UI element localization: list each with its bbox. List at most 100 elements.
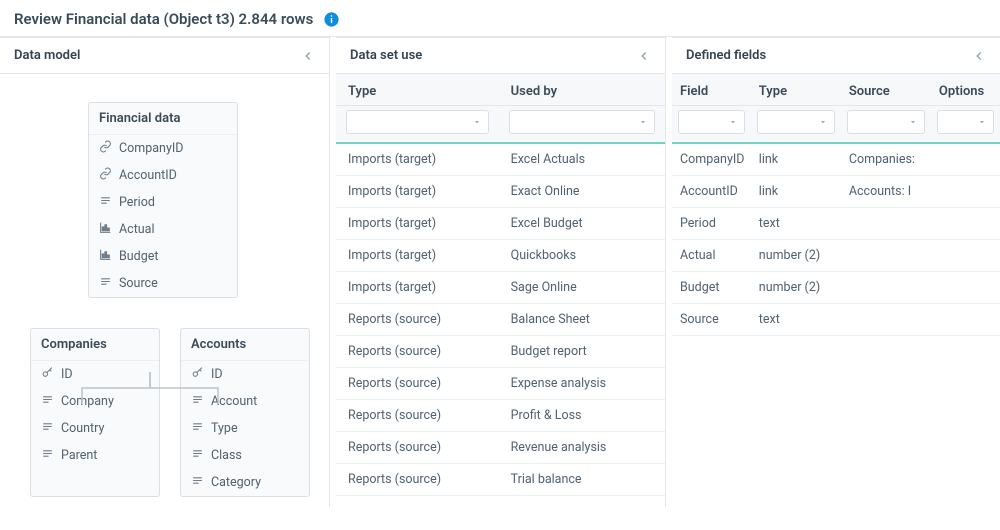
- field-row: ID: [181, 361, 309, 388]
- entity-card-companies[interactable]: Companies ID Company Country Parent: [30, 328, 160, 497]
- filter-options[interactable]: [937, 110, 994, 134]
- panel-title: Defined fields: [686, 48, 766, 63]
- cell-options: [931, 143, 1000, 176]
- filter-type[interactable]: [757, 110, 835, 134]
- cell-source: Accounts: I: [841, 176, 931, 208]
- col-header-source[interactable]: Source: [841, 74, 931, 106]
- table-row[interactable]: AccountIDlinkAccounts: I: [672, 176, 1000, 208]
- cell-source: Companies:: [841, 143, 931, 176]
- cell-source: [841, 240, 931, 272]
- defined-fields-table: Field Type Source Options CompanyIDlinkC…: [672, 74, 1000, 336]
- cell-type: Reports (source): [336, 432, 499, 464]
- entity-card-financial-data[interactable]: Financial data CompanyIDAccountIDPeriodA…: [88, 102, 238, 298]
- cell-type: link: [751, 143, 841, 176]
- collapse-icon[interactable]: [301, 49, 315, 63]
- filter-type[interactable]: [346, 110, 489, 134]
- table-row[interactable]: Imports (target)Excel Budget: [336, 208, 665, 240]
- text-icon: [191, 447, 204, 464]
- field-label: Source: [119, 276, 158, 291]
- col-header-type[interactable]: Type: [751, 74, 841, 106]
- field-label: ID: [61, 367, 73, 382]
- field-label: CompanyID: [119, 141, 183, 156]
- panel-data-model: Data model Financial data CompanyIDAccou…: [0, 37, 330, 507]
- entity-fields: CompanyIDAccountIDPeriodActualBudgetSour…: [89, 135, 237, 297]
- table-row[interactable]: Reports (source)Trial balance: [336, 464, 665, 496]
- cell-used-by: Balance Sheet: [499, 304, 665, 336]
- table-row[interactable]: Imports (target)Sage Online: [336, 272, 665, 304]
- table-row[interactable]: Reports (source)Balance Sheet: [336, 304, 665, 336]
- cell-options: [931, 176, 1000, 208]
- entity-title: Companies: [31, 329, 159, 361]
- field-label: AccountID: [119, 168, 177, 183]
- field-row: Country: [31, 415, 159, 442]
- field-row: Company: [31, 388, 159, 415]
- chart-icon: [99, 221, 112, 238]
- cell-field: AccountID: [672, 176, 751, 208]
- table-row[interactable]: Imports (target)Excel Actuals: [336, 143, 665, 176]
- table-row[interactable]: Reports (source)Profit & Loss: [336, 400, 665, 432]
- field-label: Account: [211, 394, 257, 409]
- table-row[interactable]: Actualnumber (2): [672, 240, 1000, 272]
- data-set-use-table: Type Used by Imports (target)Excel Actua…: [336, 74, 665, 496]
- field-label: ID: [211, 367, 223, 382]
- table-row[interactable]: Reports (source)Revenue analysis: [336, 432, 665, 464]
- cell-options: [931, 240, 1000, 272]
- panel-header-data-model: Data model: [0, 38, 329, 74]
- table-row[interactable]: Periodtext: [672, 208, 1000, 240]
- field-label: Country: [61, 421, 104, 436]
- panels-row: Data model Financial data CompanyIDAccou…: [0, 37, 1000, 507]
- entity-fields: ID Account Type Class Category: [181, 361, 309, 496]
- panel-defined-fields: Defined fields Field Type Source Options: [672, 37, 1000, 507]
- col-header-used-by[interactable]: Used by: [499, 74, 665, 106]
- filter-source[interactable]: [847, 110, 925, 134]
- field-label: Type: [211, 421, 238, 436]
- entity-card-accounts[interactable]: Accounts IDAccountTypeClassCategory: [180, 328, 310, 497]
- info-icon[interactable]: [323, 11, 340, 28]
- table-row[interactable]: Reports (source)Budget report: [336, 336, 665, 368]
- text-icon: [41, 447, 54, 464]
- cell-used-by: Expense analysis: [499, 368, 665, 400]
- cell-type: Imports (target): [336, 143, 499, 176]
- cell-field: Source: [672, 304, 751, 336]
- chart-icon: [99, 248, 112, 265]
- cell-field: Period: [672, 208, 751, 240]
- cell-type: Imports (target): [336, 176, 499, 208]
- col-header-field[interactable]: Field: [672, 74, 751, 106]
- table-row[interactable]: CompanyIDlinkCompanies:: [672, 143, 1000, 176]
- cell-source: [841, 304, 931, 336]
- table-row[interactable]: Sourcetext: [672, 304, 1000, 336]
- text-icon: [41, 420, 54, 437]
- cell-field: Budget: [672, 272, 751, 304]
- data-model-diagram: Financial data CompanyIDAccountIDPeriodA…: [0, 74, 329, 507]
- field-row: Class: [181, 442, 309, 469]
- link-icon: [99, 167, 112, 184]
- col-header-options[interactable]: Options: [931, 74, 1000, 106]
- table-row[interactable]: Imports (target)Quickbooks: [336, 240, 665, 272]
- field-row: Budget: [89, 243, 237, 270]
- field-row: ID: [31, 361, 159, 388]
- cell-used-by: Excel Actuals: [499, 143, 665, 176]
- field-label: Class: [211, 448, 242, 463]
- cell-type: text: [751, 304, 841, 336]
- cell-type: Imports (target): [336, 240, 499, 272]
- field-row: Period: [89, 189, 237, 216]
- table-row[interactable]: Reports (source)Expense analysis: [336, 368, 665, 400]
- cell-field: CompanyID: [672, 143, 751, 176]
- cell-type: link: [751, 176, 841, 208]
- field-row: Parent: [31, 442, 159, 469]
- collapse-icon[interactable]: [637, 49, 651, 63]
- table-row[interactable]: Imports (target)Exact Online: [336, 176, 665, 208]
- page-header: Review Financial data (Object t3) 2.844 …: [0, 0, 1000, 37]
- panel-data-set-use: Data set use Type Used by Imports (targe…: [336, 37, 666, 507]
- col-header-type[interactable]: Type: [336, 74, 499, 106]
- field-row: CompanyID: [89, 135, 237, 162]
- table-row[interactable]: Budgetnumber (2): [672, 272, 1000, 304]
- collapse-icon[interactable]: [972, 49, 986, 63]
- filter-used-by[interactable]: [509, 110, 655, 134]
- key-icon: [41, 366, 54, 383]
- filter-field[interactable]: [678, 110, 745, 134]
- field-row: Category: [181, 469, 309, 496]
- page-title: Review Financial data (Object t3) 2.844 …: [14, 10, 313, 28]
- cell-used-by: Trial balance: [499, 464, 665, 496]
- field-row: Account: [181, 388, 309, 415]
